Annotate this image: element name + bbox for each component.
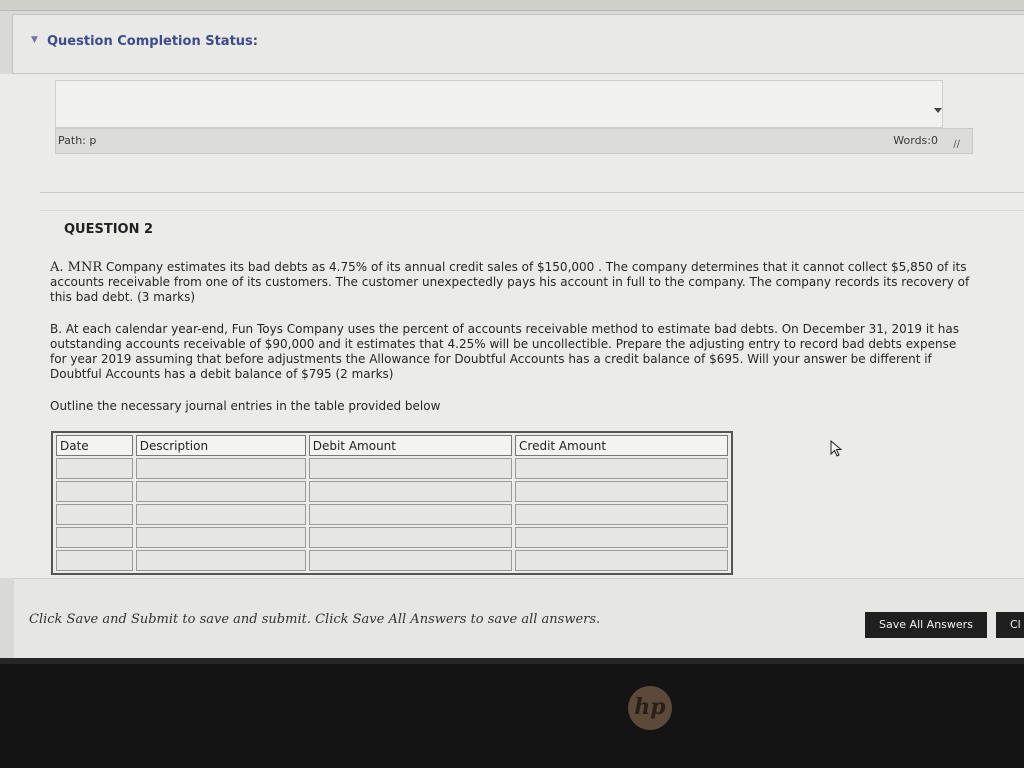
submit-footer: Click Save and Submit to save and submit… — [14, 578, 1024, 658]
debit-cell[interactable] — [308, 458, 513, 479]
date-cell[interactable] — [56, 504, 133, 525]
debit-cell[interactable] — [308, 481, 513, 502]
divider — [40, 210, 1024, 211]
table-row — [56, 550, 728, 571]
question-part-a: A. MNR Company estimates its bad debts a… — [50, 260, 970, 305]
date-cell[interactable] — [56, 481, 133, 502]
divider — [40, 192, 1024, 193]
description-cell[interactable] — [135, 481, 306, 502]
credit-cell[interactable] — [515, 481, 728, 502]
column-header-description: Description — [135, 435, 306, 456]
laptop-bezel — [0, 658, 1024, 768]
journal-entry-table: Date Description Debit Amount Credit Amo… — [51, 431, 733, 575]
column-header-date: Date — [56, 435, 133, 456]
part-a-text: Company estimates its bad debts as 4.75%… — [50, 260, 970, 304]
scroll-down-arrow-icon[interactable] — [934, 108, 942, 113]
description-cell[interactable] — [135, 527, 306, 548]
answer-text-editor[interactable] — [55, 80, 943, 128]
table-row — [56, 481, 728, 502]
credit-cell[interactable] — [515, 527, 728, 548]
word-count: Words:0 — [893, 134, 938, 147]
editor-status-bar: Path: p Words:0 ∕∕ — [55, 128, 973, 154]
hp-logo: hp — [628, 686, 672, 730]
description-cell[interactable] — [135, 458, 306, 479]
credit-cell[interactable] — [515, 550, 728, 571]
date-cell[interactable] — [56, 527, 133, 548]
question-completion-status-label[interactable]: Question Completion Status: — [47, 34, 258, 49]
chevron-down-icon[interactable]: ▼ — [31, 35, 38, 45]
question-completion-status-panel[interactable]: ▼ Question Completion Status: — [12, 14, 1024, 74]
mouse-pointer-icon — [830, 440, 843, 457]
credit-cell[interactable] — [515, 458, 728, 479]
resize-grip-icon[interactable]: ∕∕ — [953, 139, 960, 150]
debit-cell[interactable] — [308, 504, 513, 525]
description-cell[interactable] — [135, 550, 306, 571]
column-header-debit: Debit Amount — [308, 435, 513, 456]
date-cell[interactable] — [56, 550, 133, 571]
submit-instructions: Click Save and Submit to save and submit… — [29, 612, 601, 627]
credit-cell[interactable] — [515, 504, 728, 525]
column-header-credit: Credit Amount — [515, 435, 728, 456]
table-row — [56, 504, 728, 525]
debit-cell[interactable] — [308, 550, 513, 571]
save-all-answers-button[interactable]: Save All Answers — [865, 612, 987, 638]
bezel-edge — [0, 658, 1024, 664]
description-cell[interactable] — [135, 504, 306, 525]
part-a-lead: A. MNR — [50, 260, 103, 275]
debit-cell[interactable] — [308, 527, 513, 548]
editor-path: Path: p — [58, 134, 97, 147]
table-row — [56, 527, 728, 548]
top-strip — [0, 0, 1024, 11]
table-row — [56, 458, 728, 479]
question-part-b: B. At each calendar year-end, Fun Toys C… — [50, 322, 959, 381]
question-instruction: Outline the necessary journal entries in… — [50, 399, 441, 413]
save-and-submit-button[interactable]: Cl — [996, 612, 1024, 638]
date-cell[interactable] — [56, 458, 133, 479]
table-header-row: Date Description Debit Amount Credit Amo… — [56, 435, 728, 456]
question-title: QUESTION 2 — [64, 222, 154, 237]
